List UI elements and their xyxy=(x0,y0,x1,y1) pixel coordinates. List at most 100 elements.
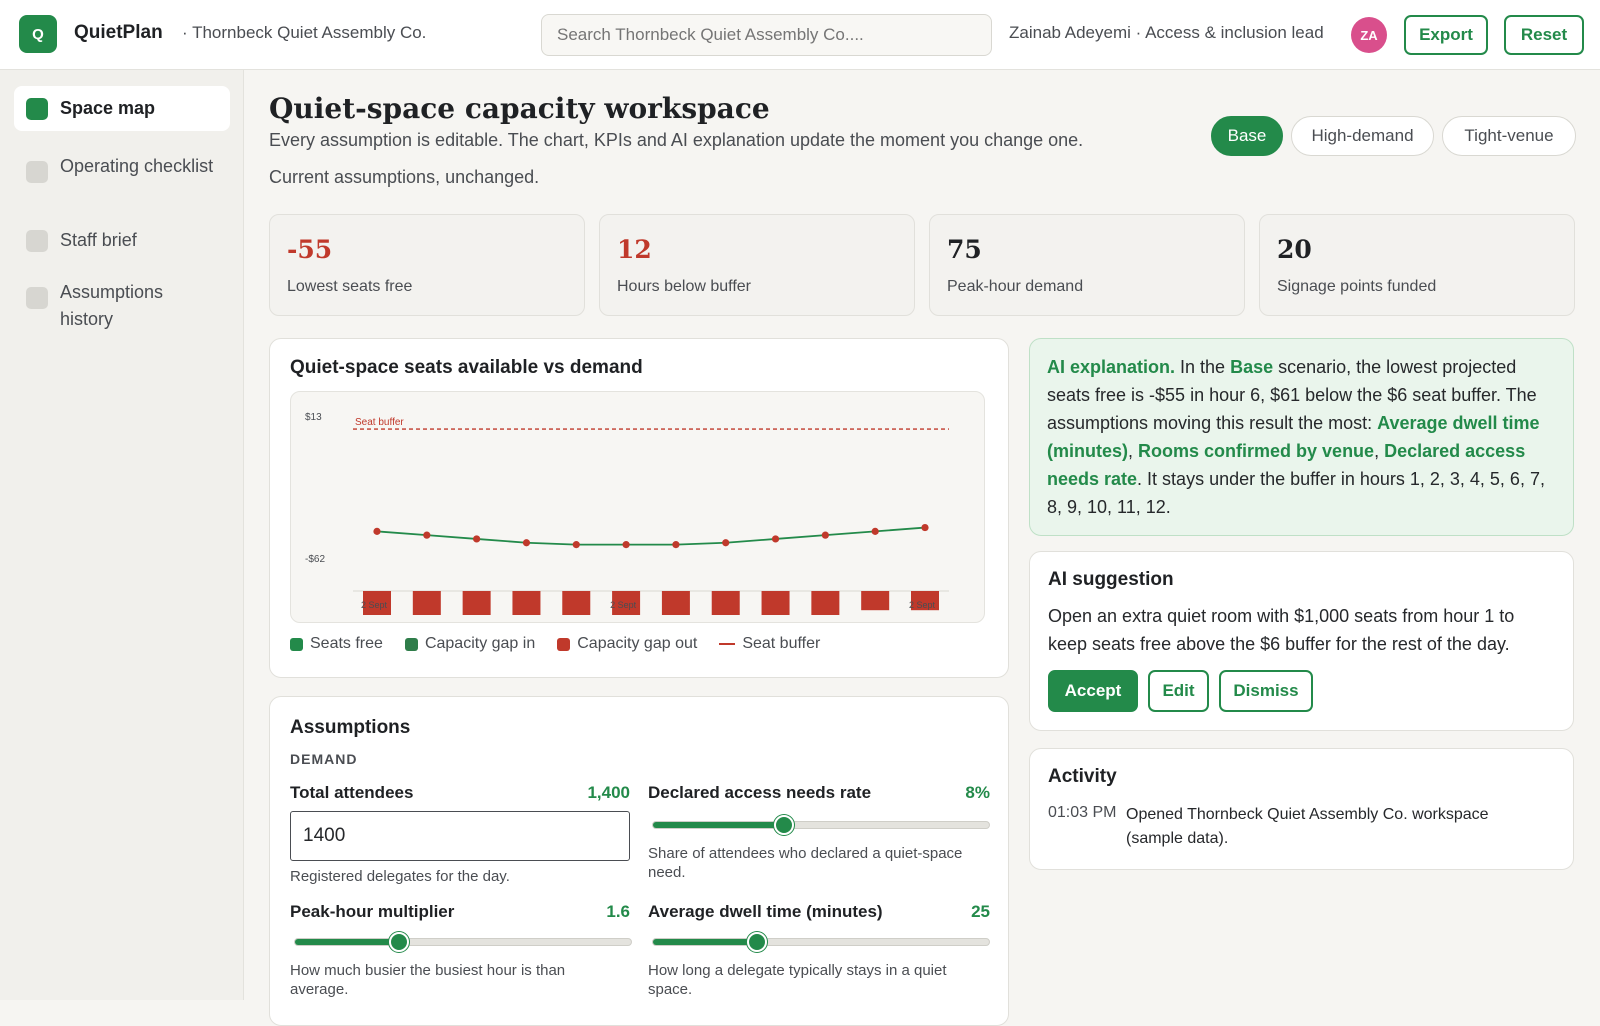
organization-name: · Thornbeck Quiet Assembly Co. xyxy=(182,23,427,42)
total-attendees-label: Total attendees xyxy=(290,783,414,802)
total-attendees-help: Registered delegates for the day. xyxy=(290,868,510,885)
export-button[interactable]: Export xyxy=(1404,15,1488,55)
chart-svg: $13 -$62 Seat buffer 2 Sept 2 Sept 2 Sept xyxy=(305,412,949,615)
page-subtitle: Every assumption is editable. The chart,… xyxy=(269,130,1084,150)
seats-free-point xyxy=(572,541,580,549)
kpi-label: Peak-hour demand xyxy=(947,278,1084,295)
ai-explanation-panel: AI explanation. In the Base scenario, th… xyxy=(1029,338,1574,536)
seats-free-point xyxy=(921,523,929,532)
dwell-time-slider[interactable] xyxy=(652,932,990,952)
ai-text: In the xyxy=(1175,357,1231,377)
activity-card: Activity 01:03 PM Opened Thornbeck Quiet… xyxy=(1029,748,1574,870)
kpi-card-hours-below: 12 Hours below buffer xyxy=(599,214,915,316)
ai-separator: , xyxy=(1128,441,1139,461)
seats-free-point xyxy=(871,527,879,535)
kpi-value: 20 xyxy=(1277,235,1312,264)
reset-button[interactable]: Reset xyxy=(1504,15,1584,55)
chart-legend: Seats free Capacity gap in Capacity gap … xyxy=(290,635,820,653)
dwell-time-value: 25 xyxy=(971,902,990,921)
accept-button[interactable]: Accept xyxy=(1048,670,1138,712)
access-rate-value: 8% xyxy=(965,783,990,802)
sidebar-item-label: Space map xyxy=(60,98,156,118)
sidebar-item-space-map[interactable]: Space map xyxy=(14,86,230,131)
seats-free-point xyxy=(473,535,481,543)
x-tick-label: 2 Sept xyxy=(361,600,388,610)
sidebar-item-label: Assumptions history xyxy=(60,282,164,329)
kpi-value: -55 xyxy=(287,235,333,264)
seat-buffer-label: Seat buffer xyxy=(355,417,404,428)
legend-seat-buffer: Seat buffer xyxy=(719,635,820,653)
access-rate-help: Share of attendees who declared a quiet-… xyxy=(648,845,963,881)
x-tick-label: 2 Sept xyxy=(610,600,637,610)
kpi-value: 75 xyxy=(947,235,982,264)
edit-button[interactable]: Edit xyxy=(1148,670,1209,712)
ai-assumption-link[interactable]: Rooms confirmed by venue xyxy=(1138,441,1374,461)
scenario-base-tab[interactable]: Base xyxy=(1211,116,1283,156)
kpi-value: 12 xyxy=(617,235,652,264)
top-bar: Q QuietPlan · Thornbeck Quiet Assembly C… xyxy=(0,0,1600,70)
peak-multiplier-slider[interactable] xyxy=(294,932,632,952)
access-rate-slider[interactable] xyxy=(652,815,990,835)
bar-gap-out xyxy=(761,591,790,615)
seats-free-point xyxy=(423,531,431,539)
checklist-icon xyxy=(26,161,48,183)
kpi-card-peak-demand: 75 Peak-hour demand xyxy=(929,214,1245,316)
seats-free-point xyxy=(522,539,531,547)
seats-free-line xyxy=(376,526,926,546)
chart-card: Quiet-space seats available vs demand $1… xyxy=(269,338,1009,678)
dwell-time-label: Average dwell time (minutes) xyxy=(648,902,883,921)
x-tick-label: 2 Sept xyxy=(909,600,936,610)
sidebar: Space map Operating checklist Staff brie… xyxy=(0,70,244,1000)
suggestion-title: AI suggestion xyxy=(1048,569,1174,590)
demand-section-label: DEMAND xyxy=(290,751,358,767)
seats-free-point xyxy=(672,541,680,549)
peak-multiplier-label: Peak-hour multiplier xyxy=(290,902,455,921)
activity-text: Opened Thornbeck Quiet Assembly Co. work… xyxy=(1126,806,1489,847)
seats-free-point xyxy=(373,527,381,535)
bar-gap-out xyxy=(661,591,690,615)
ai-scenario-name: Base xyxy=(1230,357,1274,377)
bar-gap-out xyxy=(711,591,740,615)
assumptions-card: Assumptions DEMAND Total attendees 1,400… xyxy=(269,696,1009,1026)
app-logo[interactable]: Q xyxy=(19,15,57,53)
chart-title: Quiet-space seats available vs demand xyxy=(290,357,643,378)
seats-free-point xyxy=(821,531,829,539)
seats-free-point xyxy=(622,541,630,549)
slider-handle[interactable] xyxy=(389,932,410,952)
slider-handle[interactable] xyxy=(747,932,768,952)
peak-multiplier-value: 1.6 xyxy=(606,902,630,921)
total-attendees-value: 1,400 xyxy=(587,783,630,802)
user-label: Zainab Adeyemi · Access & inclusion lead xyxy=(1009,23,1324,42)
kpi-label: Lowest seats free xyxy=(287,278,413,295)
sidebar-item-staff-brief[interactable]: Staff brief xyxy=(14,218,230,263)
bar-gap-out xyxy=(562,591,591,615)
activity-time: 01:03 PM xyxy=(1048,804,1117,821)
dwell-time-help: How long a delegate typically stays in a… xyxy=(648,962,947,998)
legend-gap-out: Capacity gap out xyxy=(557,635,697,653)
search-input[interactable] xyxy=(541,14,992,56)
y-tick-label: -$62 xyxy=(305,554,325,565)
sidebar-item-label: Operating checklist xyxy=(60,156,214,176)
total-attendees-input[interactable] xyxy=(290,811,630,861)
scenario-tight-venue-tab[interactable]: Tight-venue xyxy=(1442,116,1576,156)
sidebar-item-assumptions-history[interactable]: Assumptions history xyxy=(14,270,230,342)
chart-area: $13 -$62 Seat buffer 2 Sept 2 Sept 2 Sept xyxy=(290,391,985,623)
sidebar-item-label: Staff brief xyxy=(60,230,137,250)
dismiss-button[interactable]: Dismiss xyxy=(1219,670,1313,712)
slider-handle[interactable] xyxy=(774,815,795,835)
app-name: QuietPlan xyxy=(74,22,163,43)
bar-gap-out xyxy=(462,591,491,615)
main-content: Quiet-space capacity workspace Every ass… xyxy=(244,70,1600,1026)
legend-seats-free: Seats free xyxy=(290,635,383,653)
sidebar-item-operating-checklist[interactable]: Operating checklist xyxy=(14,144,230,189)
bar-gap-out xyxy=(412,591,441,615)
scenario-high-demand-tab[interactable]: High-demand xyxy=(1291,116,1434,156)
ai-separator: , xyxy=(1374,441,1385,461)
kpi-card-signage: 20 Signage points funded xyxy=(1259,214,1575,316)
bar-gap-out xyxy=(512,591,541,615)
page-title: Quiet-space capacity workspace xyxy=(269,92,770,125)
access-rate-label: Declared access needs rate xyxy=(648,783,872,802)
seats-free-point xyxy=(722,539,730,547)
avatar[interactable]: ZA xyxy=(1351,17,1387,53)
kpi-label: Hours below buffer xyxy=(617,278,751,295)
